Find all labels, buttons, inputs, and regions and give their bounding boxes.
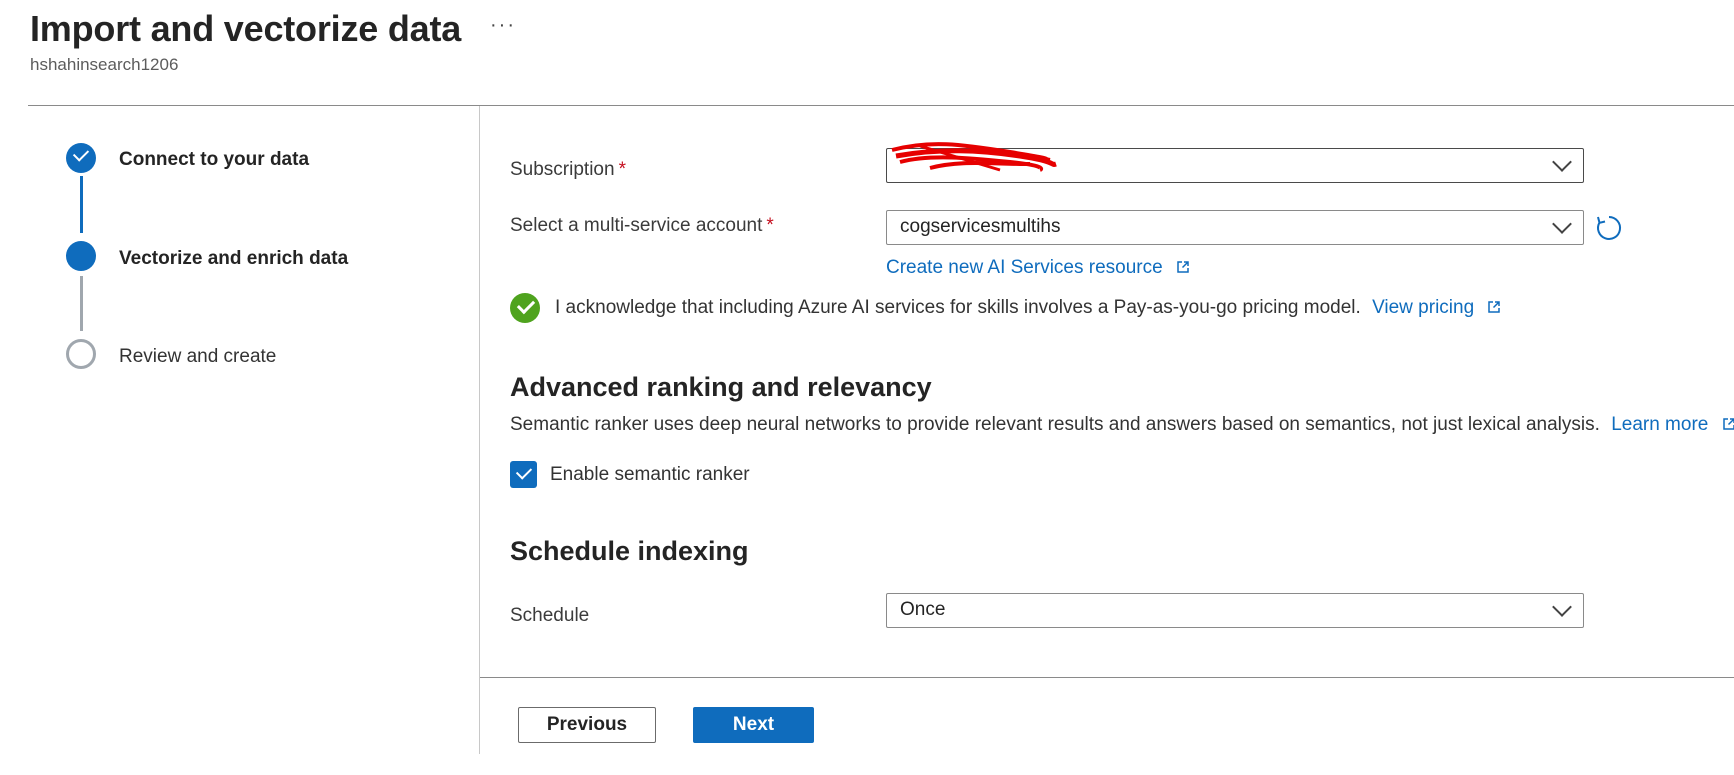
step-review-create[interactable]: Review and create [119, 346, 276, 368]
stepper-divider [479, 106, 480, 754]
create-ai-services-link[interactable]: Create new AI Services resource [886, 257, 1163, 278]
multi-service-account-value: cogservicesmultihs [900, 216, 1061, 237]
step-upcoming-icon [66, 339, 96, 369]
subscription-label: Subscription * [510, 159, 626, 180]
schedule-label: Schedule [510, 605, 590, 626]
external-link-icon [1488, 301, 1501, 313]
create-ai-services-link-wrap: Create new AI Services resource [886, 257, 1190, 279]
external-link-icon [1177, 261, 1189, 273]
step-connect-data[interactable]: Connect to your data [119, 149, 309, 171]
schedule-value: Once [900, 599, 946, 620]
chevron-down-icon [1552, 597, 1572, 617]
step-vectorize-enrich[interactable]: Vectorize and enrich data [119, 248, 348, 270]
next-button[interactable]: Next [693, 707, 814, 743]
refresh-icon[interactable] [1595, 214, 1623, 242]
view-pricing-link[interactable]: View pricing [1372, 297, 1474, 318]
page-subtitle: hshahinsearch1206 [30, 55, 179, 74]
footer-divider [480, 677, 1734, 678]
header-divider [28, 105, 1734, 106]
step-completed-icon [66, 143, 96, 173]
multi-service-account-dropdown[interactable]: cogservicesmultihs [886, 210, 1584, 245]
ranking-description-row: Semantic ranker uses deep neural network… [510, 414, 1734, 436]
ranking-section-title: Advanced ranking and relevancy [510, 372, 932, 402]
semantic-ranker-checkbox[interactable] [510, 461, 537, 488]
acknowledge-row: I acknowledge that including Azure AI se… [555, 297, 1501, 319]
step-current-icon [66, 241, 96, 271]
page-title: Import and vectorize data [30, 8, 462, 49]
step-connector [80, 276, 83, 331]
ranking-description: Semantic ranker uses deep neural network… [510, 414, 1600, 435]
multi-service-account-label: Select a multi-service account * [510, 215, 774, 236]
more-options-icon[interactable]: ··· [490, 14, 516, 37]
import-vectorize-page: Import and vectorize data ··· hshahinsea… [0, 0, 1734, 775]
success-check-icon [510, 293, 540, 323]
required-indicator: * [766, 215, 774, 236]
semantic-ranker-label[interactable]: Enable semantic ranker [550, 464, 750, 486]
acknowledge-text: I acknowledge that including Azure AI se… [555, 297, 1361, 318]
schedule-section-title: Schedule indexing [510, 536, 749, 566]
chevron-down-icon [1552, 214, 1572, 234]
redaction-scribble [891, 142, 1057, 172]
chevron-down-icon [1552, 152, 1572, 172]
schedule-dropdown[interactable]: Once [886, 593, 1584, 628]
learn-more-link[interactable]: Learn more [1611, 414, 1708, 435]
external-link-icon [1722, 418, 1734, 430]
required-indicator: * [618, 159, 626, 180]
step-connector [80, 176, 83, 233]
previous-button[interactable]: Previous [518, 707, 656, 743]
